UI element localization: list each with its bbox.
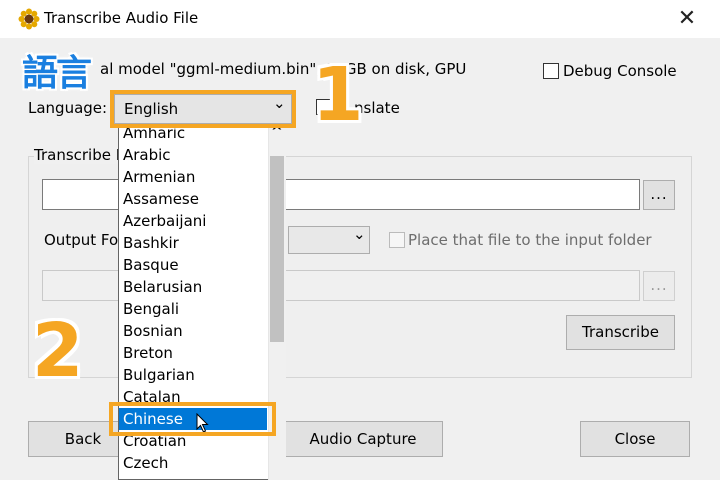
dropdown-scroll-thumb[interactable] [270,156,284,342]
transcribe-group-label: Transcribe F [34,146,129,164]
transcribe-button[interactable]: Transcribe [566,315,675,350]
debug-console-checkbox[interactable] [543,63,559,79]
output-format-select[interactable]: ⌄ [288,225,370,254]
annotation-frame-chinese [109,402,276,436]
list-item[interactable]: Basque [123,254,179,276]
list-item[interactable]: Armenian [123,166,195,188]
list-item[interactable]: Bengali [123,298,179,320]
list-item[interactable]: Czech [123,452,168,474]
annotation-number-1: 1 [312,52,364,138]
list-item[interactable]: Azerbaijani [123,210,206,232]
place-file-checkbox[interactable] [389,232,405,248]
close-button[interactable]: Close [580,421,690,457]
debug-console-label: Debug Console [563,62,677,80]
annotation-word: 語言 [22,53,92,94]
list-item[interactable]: Assamese [123,188,199,210]
annotation-frame-language [110,90,296,128]
output-browse-button[interactable]: ... [643,271,675,301]
audio-capture-button[interactable]: Audio Capture [283,421,443,457]
list-item[interactable]: Belarusian [123,276,202,298]
list-item[interactable]: Arabic [123,144,171,166]
window-title: Transcribe Audio File [44,9,199,27]
model-info: al model "ggml-medium.bin", 1. GB on dis… [100,60,467,78]
place-file-label: Place that file to the input folder [408,231,652,249]
list-item[interactable]: Bulgarian [123,364,195,386]
language-label: Language: [28,99,108,117]
annotation-number-2: 2 [32,308,84,394]
chevron-down-icon: ⌄ [353,225,366,243]
list-item[interactable]: Breton [123,342,173,364]
output-format-label: Output Fo [44,231,119,249]
close-window-button[interactable]: ✕ [672,4,702,34]
list-item[interactable]: Bashkir [123,232,179,254]
input-browse-button[interactable]: ... [643,180,675,210]
sunflower-icon [18,8,40,30]
list-item[interactable]: Bosnian [123,320,183,342]
